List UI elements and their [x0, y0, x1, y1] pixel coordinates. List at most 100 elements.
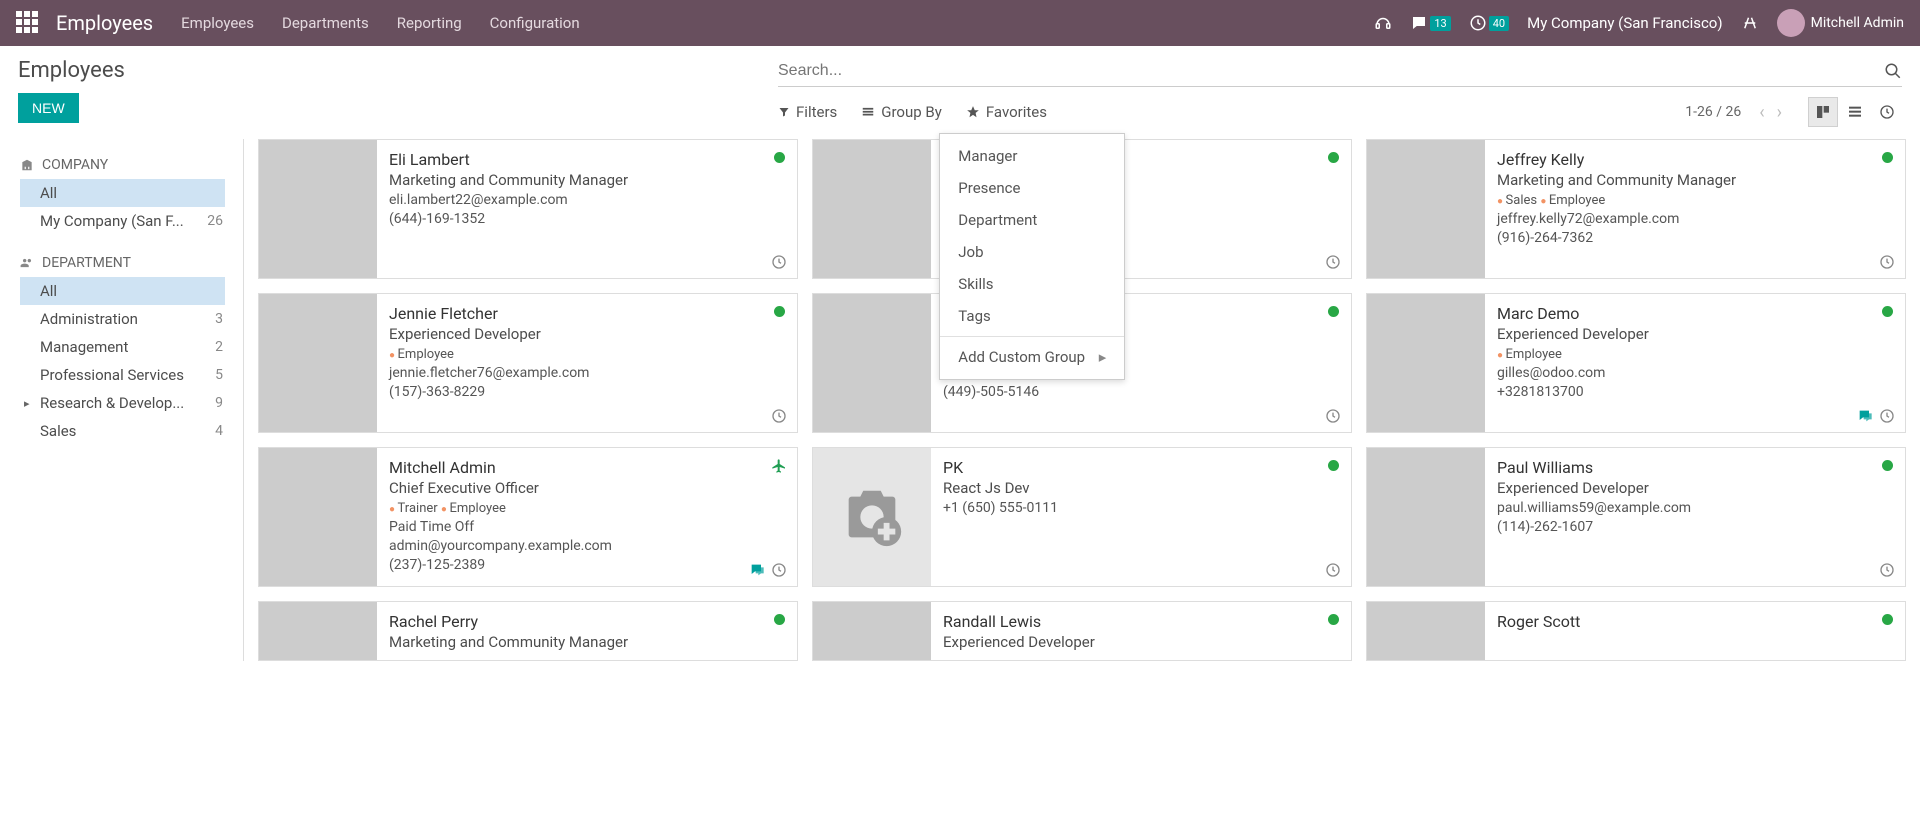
sidebar-company-count: 26 [207, 213, 223, 229]
new-button[interactable]: NEW [18, 93, 79, 123]
view-list-icon[interactable] [1840, 97, 1870, 127]
employee-line: (237)-125-2389 [389, 557, 785, 573]
employee-name: Paul Williams [1497, 458, 1893, 477]
employee-photo [1367, 602, 1485, 661]
employee-line: gilles@odoo.com [1497, 365, 1893, 381]
groupby-manager[interactable]: Manager [940, 140, 1124, 172]
sidebar-company-item[interactable]: All [20, 179, 225, 207]
presence-dot-icon [774, 152, 785, 163]
user-name: Mitchell Admin [1811, 15, 1904, 31]
employee-photo [813, 294, 931, 432]
page-title: Employees [18, 58, 778, 83]
employee-line: jennie.fletcher76@example.com [389, 365, 785, 381]
employee-body: Randall LewisExperienced Developer [931, 602, 1351, 660]
groupby-custom[interactable]: Add Custom Group [940, 341, 1124, 373]
airplane-icon [771, 458, 787, 474]
employee-card[interactable]: Roger Scott [1366, 601, 1906, 661]
messages-badge: 13 [1430, 16, 1450, 31]
company-selector[interactable]: My Company (San Francisco) [1527, 14, 1722, 32]
menu-departments[interactable]: Departments [282, 14, 369, 32]
clock-icon[interactable] [771, 562, 787, 578]
employee-card[interactable]: Eli LambertMarketing and Community Manag… [258, 139, 798, 279]
app-brand[interactable]: Employees [56, 11, 153, 35]
presence-dot-icon [1882, 306, 1893, 317]
chat-icon[interactable] [1857, 408, 1873, 424]
chat-icon[interactable] [749, 562, 765, 578]
presence-dot-icon [1882, 460, 1893, 471]
groupby-department[interactable]: Department [940, 204, 1124, 236]
employee-title: Marketing and Community Manager [389, 633, 785, 651]
sidebar: COMPANY AllMy Company (San F...26 DEPART… [0, 139, 244, 661]
presence-dot-icon [1882, 152, 1893, 163]
employee-card[interactable]: Randall LewisExperienced Developer [812, 601, 1352, 661]
employee-body: Jeffrey KellyMarketing and Community Man… [1485, 140, 1905, 278]
employee-photo [813, 140, 931, 278]
employee-title: Experienced Developer [389, 325, 785, 343]
apps-grid-icon[interactable] [16, 11, 40, 35]
sidebar-dept-item[interactable]: Professional Services5 [0, 361, 243, 389]
favorites-button[interactable]: Favorites [966, 103, 1047, 121]
employee-body: Paul WilliamsExperienced Developerpaul.w… [1485, 448, 1905, 586]
clock-icon[interactable] [1325, 562, 1341, 578]
employee-tags: Employee [1497, 347, 1893, 362]
filters-button[interactable]: Filters [778, 103, 837, 121]
sidebar-dept-item[interactable]: Research & Develop...9 [0, 389, 243, 417]
groupby-dropdown: Manager Presence Department Job Skills T… [939, 133, 1125, 380]
sidebar-dept-label: Management [40, 338, 128, 356]
clock-icon[interactable] [1879, 562, 1895, 578]
employee-name: Jennie Fletcher [389, 304, 785, 323]
employee-line: +3281813700 [1497, 384, 1893, 400]
presence-dot-icon [1328, 460, 1339, 471]
employee-title: Experienced Developer [1497, 325, 1893, 343]
groupby-button[interactable]: Group By Manager Presence Department Job… [861, 103, 942, 121]
support-icon[interactable] [1374, 14, 1392, 32]
user-menu[interactable]: Mitchell Admin [1777, 9, 1904, 37]
menu-reporting[interactable]: Reporting [397, 14, 462, 32]
employee-card[interactable]: PKReact Js Dev+1 (650) 555-0111 [812, 447, 1352, 587]
employee-line: Paid Time Off [389, 519, 785, 535]
clock-icon[interactable] [1325, 254, 1341, 270]
employee-card[interactable]: Jennie Fletcher Experienced Developer Empl… [258, 293, 798, 433]
groupby-tags[interactable]: Tags [940, 300, 1124, 332]
clock-icon[interactable] [771, 408, 787, 424]
pager-prev-icon[interactable]: ‹ [1755, 102, 1768, 123]
groupby-job[interactable]: Job [940, 236, 1124, 268]
employee-title: Experienced Developer [1497, 479, 1893, 497]
employee-name: PK [943, 458, 1339, 477]
employee-name: Roger Scott [1497, 612, 1893, 631]
employee-card[interactable]: Marc DemoExperienced DeveloperEmployee g… [1366, 293, 1906, 433]
menu-configuration[interactable]: Configuration [490, 14, 580, 32]
pager-next-icon[interactable]: › [1773, 102, 1786, 123]
debug-icon[interactable] [1741, 14, 1759, 32]
clock-icon[interactable] [1879, 254, 1895, 270]
employee-card[interactable]: Paul WilliamsExperienced Developerpaul.w… [1366, 447, 1906, 587]
sidebar-dept-item[interactable]: All [20, 277, 225, 305]
pager-text[interactable]: 1-26 / 26 [1685, 104, 1741, 120]
search-icon[interactable] [1884, 62, 1902, 80]
tag: Employee [389, 347, 454, 362]
search-input[interactable] [778, 62, 1884, 80]
clock-icon[interactable] [1879, 408, 1895, 424]
employee-card[interactable]: Jeffrey KellyMarketing and Community Man… [1366, 139, 1906, 279]
messages-icon[interactable]: 13 [1410, 14, 1450, 32]
view-activity-icon[interactable] [1872, 97, 1902, 127]
groupby-presence[interactable]: Presence [940, 172, 1124, 204]
sidebar-dept-item[interactable]: Sales4 [0, 417, 243, 445]
employee-title: React Js Dev [943, 479, 1339, 497]
sidebar-company-item[interactable]: My Company (San F...26 [0, 207, 243, 235]
employee-title: Chief Executive Officer [389, 479, 785, 497]
sidebar-dept-item[interactable]: Administration3 [0, 305, 243, 333]
groupby-skills[interactable]: Skills [940, 268, 1124, 300]
employee-photo [813, 448, 931, 586]
activities-icon[interactable]: 40 [1469, 14, 1509, 32]
view-kanban-icon[interactable] [1808, 97, 1838, 127]
clock-icon[interactable] [1325, 408, 1341, 424]
employee-card[interactable]: Rachel PerryMarketing and Community Mana… [258, 601, 798, 661]
employee-card[interactable]: Mitchell AdminChief Executive OfficerTra… [258, 447, 798, 587]
presence-dot-icon [1328, 306, 1339, 317]
employee-line: (916)-264-7362 [1497, 230, 1893, 246]
menu-employees[interactable]: Employees [181, 14, 254, 32]
sidebar-dept-item[interactable]: Management2 [0, 333, 243, 361]
clock-icon[interactable] [771, 254, 787, 270]
employee-photo [1367, 448, 1485, 586]
